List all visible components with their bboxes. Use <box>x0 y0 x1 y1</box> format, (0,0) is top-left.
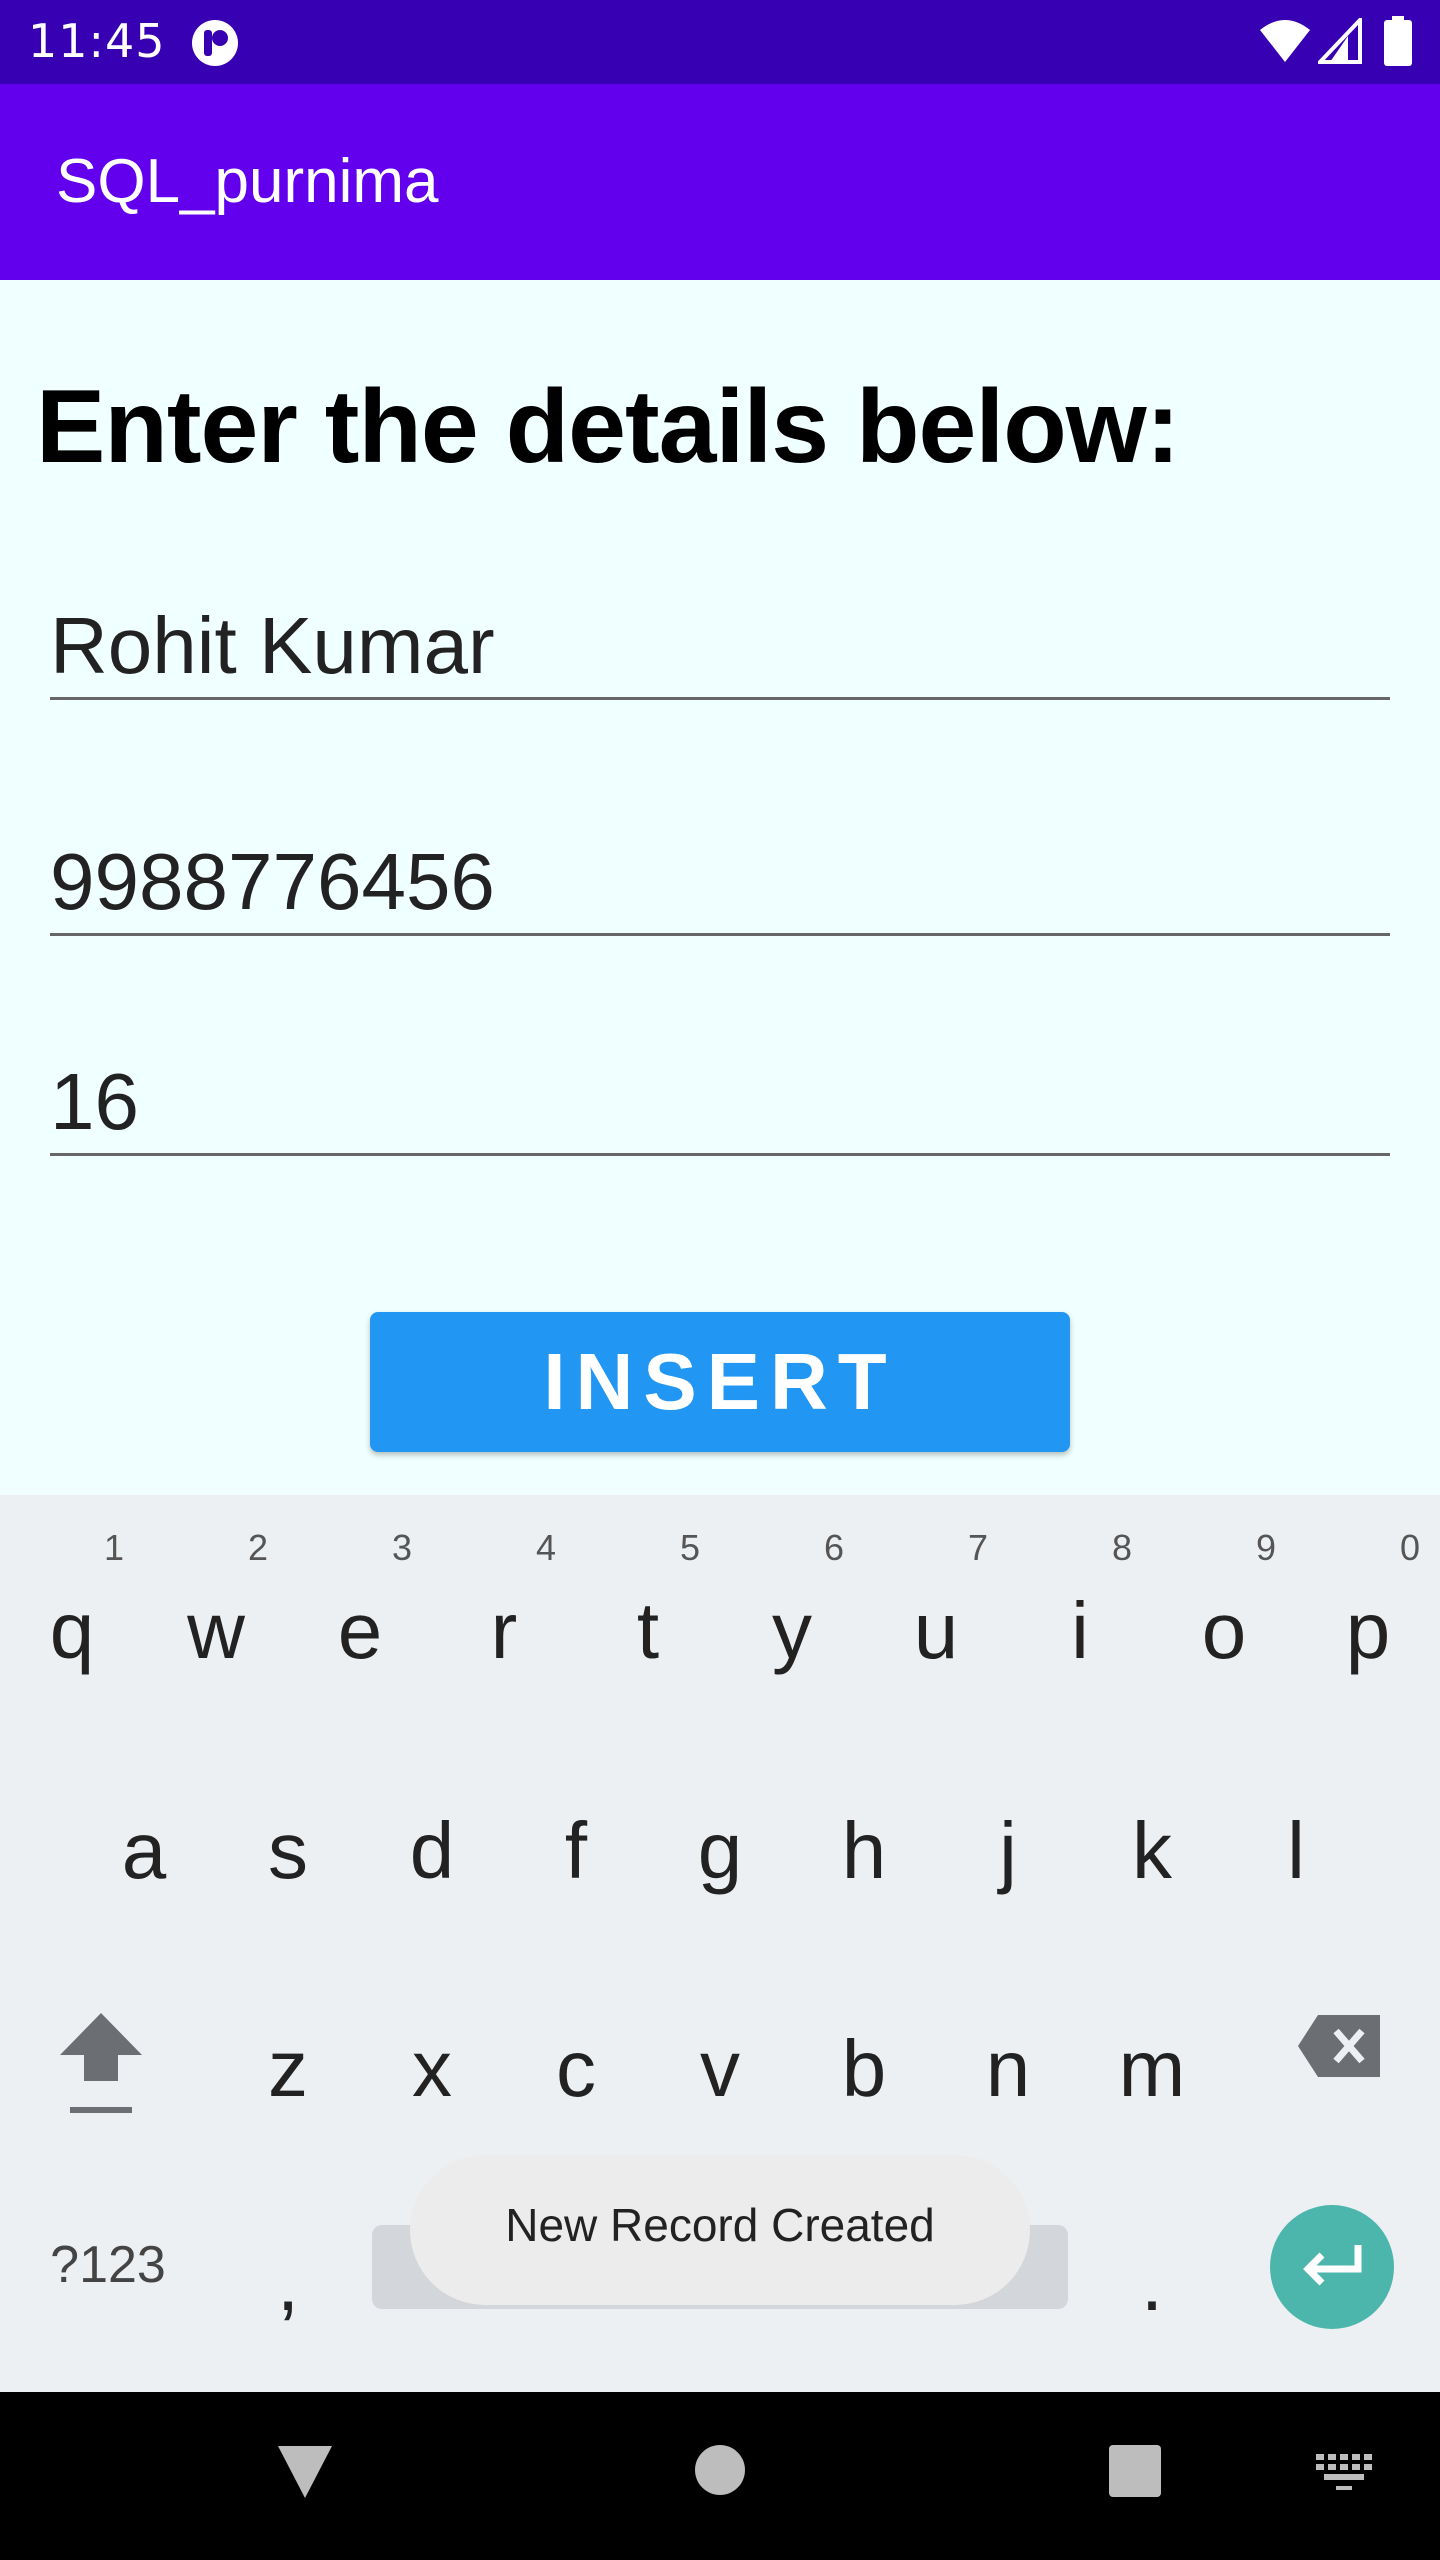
symbols-key[interactable]: ?123 <box>36 2235 180 2295</box>
home-icon[interactable] <box>694 2444 746 2496</box>
key-l[interactable]: l <box>1224 1805 1368 1897</box>
key-c[interactable]: c <box>504 2023 648 2115</box>
keyboard-switch-icon[interactable] <box>1316 2454 1372 2492</box>
key-d[interactable]: d <box>360 1805 504 1897</box>
key-a[interactable]: a <box>72 1805 216 1897</box>
key-k[interactable]: k <box>1080 1805 1224 1897</box>
key-z[interactable]: z <box>216 2023 360 2115</box>
key-y[interactable]: y <box>720 1585 864 1677</box>
name-field[interactable]: Rohit Kumar <box>50 592 1390 700</box>
battery-icon <box>1384 16 1412 66</box>
backspace-icon[interactable] <box>1296 2013 1382 2079</box>
age-field[interactable]: 16 <box>50 1048 1390 1156</box>
page-heading: Enter the details below: <box>36 369 1180 485</box>
key-f[interactable]: f <box>504 1805 648 1897</box>
key-w[interactable]: w <box>144 1585 288 1677</box>
key-t[interactable]: t <box>576 1585 720 1677</box>
recents-icon[interactable] <box>1108 2444 1162 2498</box>
key-g[interactable]: g <box>648 1805 792 1897</box>
enter-icon <box>1303 2245 1362 2286</box>
period-key[interactable]: . <box>1080 2237 1224 2329</box>
key-i-hint: 8 <box>1112 1527 1133 1568</box>
shift-icon[interactable] <box>56 2007 146 2117</box>
key-p[interactable]: p <box>1296 1585 1440 1677</box>
status-bar: 11:45 <box>0 0 1440 84</box>
app-bar: SQL_purnima <box>0 84 1440 280</box>
toast-message: New Record Created <box>410 2155 1030 2305</box>
app-title: SQL_purnima <box>56 147 439 216</box>
key-w-hint: 2 <box>248 1527 269 1568</box>
key-s[interactable]: s <box>216 1805 360 1897</box>
app-notification-icon <box>192 20 238 66</box>
navigation-bar <box>0 2392 1440 2560</box>
soft-keyboard: q 1 w 2 e 3 r 4 t 5 y 6 u 7 i 8 o 9 p 0 … <box>0 1495 1440 2392</box>
key-o[interactable]: o <box>1152 1585 1296 1677</box>
key-m[interactable]: m <box>1080 2023 1224 2115</box>
key-u-hint: 7 <box>968 1527 989 1568</box>
key-i[interactable]: i <box>1008 1585 1152 1677</box>
comma-key[interactable]: , <box>216 2237 360 2329</box>
key-q-hint: 1 <box>104 1527 125 1568</box>
key-b[interactable]: b <box>792 2023 936 2115</box>
key-u[interactable]: u <box>864 1585 1008 1677</box>
key-q[interactable]: q <box>0 1585 144 1677</box>
signal-icon <box>1318 18 1362 64</box>
key-x[interactable]: x <box>360 2023 504 2115</box>
key-t-hint: 5 <box>680 1527 701 1568</box>
key-y-hint: 6 <box>824 1527 845 1568</box>
age-value: 16 <box>50 1057 139 1146</box>
key-h[interactable]: h <box>792 1805 936 1897</box>
key-r-hint: 4 <box>536 1527 557 1568</box>
key-p-hint: 0 <box>1400 1527 1421 1568</box>
phone-field[interactable]: 9988776456 <box>50 828 1390 936</box>
enter-key[interactable] <box>1270 2205 1394 2329</box>
wifi-icon <box>1260 20 1310 62</box>
key-e[interactable]: e <box>288 1585 432 1677</box>
key-e-hint: 3 <box>392 1527 413 1568</box>
key-o-hint: 9 <box>1256 1527 1277 1568</box>
name-value: Rohit Kumar <box>50 601 495 690</box>
key-j[interactable]: j <box>936 1805 1080 1897</box>
key-v[interactable]: v <box>648 2023 792 2115</box>
key-n[interactable]: n <box>936 2023 1080 2115</box>
key-r[interactable]: r <box>432 1585 576 1677</box>
phone-value: 9988776456 <box>50 837 495 926</box>
insert-button[interactable]: INSERT <box>370 1312 1070 1452</box>
back-icon[interactable] <box>276 2444 334 2500</box>
status-time: 11:45 <box>28 14 166 68</box>
main-content: Enter the details below: Rohit Kumar 998… <box>0 280 1440 1495</box>
